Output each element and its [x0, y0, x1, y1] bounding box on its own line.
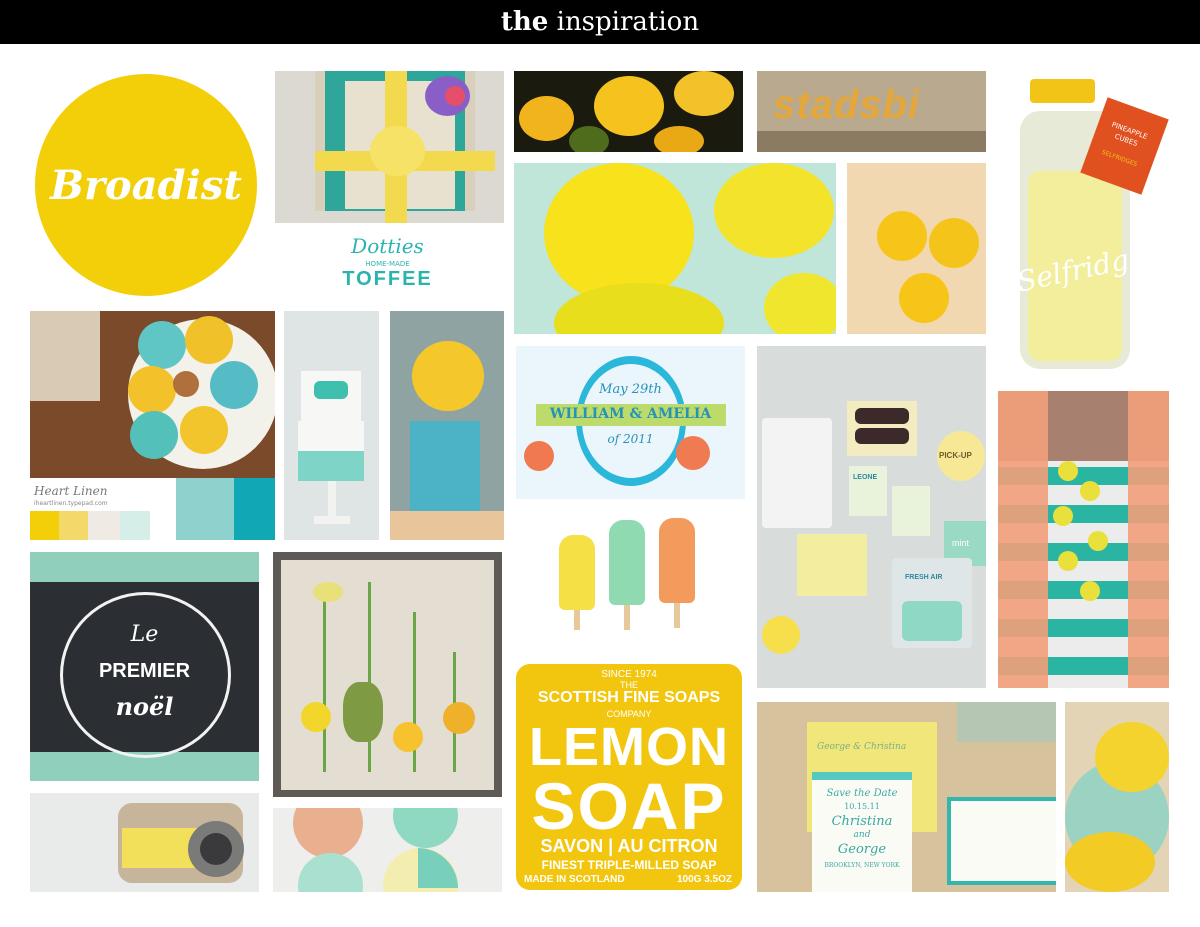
std-and: and: [853, 830, 871, 840]
save-the-date-photo: George & Christina Save the Date 10.15.1…: [757, 702, 1056, 892]
page-header: the inspiration: [0, 0, 1200, 44]
header-bold-word: the: [500, 7, 549, 37]
stadsbi-sign-photo: stadsbi: [757, 71, 986, 152]
wedding-date: May 29th: [599, 382, 662, 397]
palette-swatch-4: [120, 511, 150, 540]
candy-fresh-air-label: FRESH AIR: [905, 574, 943, 581]
window-text-premier: PREMIER: [98, 660, 191, 682]
std-name-1: Christina: [831, 814, 893, 829]
yellow-cookies-photo: [847, 163, 986, 334]
soap-brand: SCOTTISH FINE SOAPS: [537, 689, 721, 706]
broadist-logo: Broadist: [35, 74, 257, 296]
soap-description: FINEST TRIPLE-MILLED SOAP: [541, 858, 717, 872]
wedding-year: of 2011: [607, 432, 654, 446]
pineapple-jar-photo: Selfridges PINEAPPLE CUBES SELFRIDGES: [1000, 71, 1173, 376]
soap-weight: 100G 3.5OZ: [676, 874, 732, 885]
soap-french: SAVON | AU CITRON: [540, 836, 718, 856]
soap-word-soap: SOAP: [531, 769, 727, 843]
std-name-2: George: [837, 842, 887, 857]
heart-linen-url: iheartlinen.typepad.com: [34, 500, 108, 507]
palette-swatch-3: [88, 511, 120, 540]
header-title: inspiration: [556, 7, 700, 37]
std-envelope-text: George & Christina: [817, 742, 907, 752]
wedding-names: WILLIAM & AMELIA: [549, 406, 712, 422]
pitcher-flower-photo: [390, 311, 504, 540]
candy-pickup-label: PICK-UP: [939, 451, 972, 460]
std-date: 10.15.11: [844, 802, 880, 811]
striped-shirt-photo: [998, 391, 1169, 688]
palette-swatch-6: [234, 478, 275, 540]
stadsbi-sign-text: stadsbi: [773, 83, 921, 127]
wildflowers-photo: [273, 552, 502, 797]
coasters-photo: [273, 808, 502, 892]
heart-linen-palette: Heart Linen iheartlinen.typepad.com: [30, 478, 275, 540]
candy-mint-label: mint: [952, 538, 970, 548]
palette-swatch-2: [59, 511, 88, 540]
yellow-roses-photo: [514, 71, 743, 152]
soap-since: SINCE 1974: [601, 669, 657, 680]
toffee-logo-small: HOME-MADE: [365, 260, 410, 268]
window-text-noel: noël: [115, 692, 174, 721]
lemons-bowl-photo: [1065, 702, 1169, 892]
wedding-invitation-print: May 29th WILLIAM & AMELIA of 2011: [516, 346, 745, 499]
window-text-le: Le: [130, 622, 159, 647]
popsicles-photo: [547, 515, 707, 635]
palette-swatch-5: [176, 478, 234, 540]
soap-made-in: MADE IN SCOTLAND: [524, 874, 625, 885]
candy-leone-label: LEONE: [853, 474, 878, 481]
std-title: Save the Date: [826, 788, 898, 799]
toffee-logo-word: TOFFEE: [342, 268, 433, 290]
candy-spread-photo: PICK-UP LEONE mint FRESH AIR: [757, 346, 986, 688]
camera-photo: [30, 793, 259, 892]
le-premier-noel-window-photo: Le PREMIER noël: [30, 552, 259, 781]
gift-wrap-photo: [275, 71, 504, 223]
lemon-soap-tin: SINCE 1974 THE SCOTTISH FINE SOAPS COMPA…: [516, 664, 742, 890]
toffee-logo: Dotties HOME-MADE TOFFEE: [330, 232, 445, 297]
yellow-balloons-photo: [514, 163, 836, 334]
broadist-logo-text: Broadist: [50, 162, 242, 209]
pincushion-photo: [30, 311, 275, 482]
std-place: BROOKLYN, NEW YORK: [824, 862, 900, 869]
cake-photo: [284, 311, 379, 540]
heart-linen-name: Heart Linen: [34, 484, 108, 498]
toffee-logo-script: Dotties: [351, 234, 424, 258]
palette-swatch-1: [30, 511, 59, 540]
